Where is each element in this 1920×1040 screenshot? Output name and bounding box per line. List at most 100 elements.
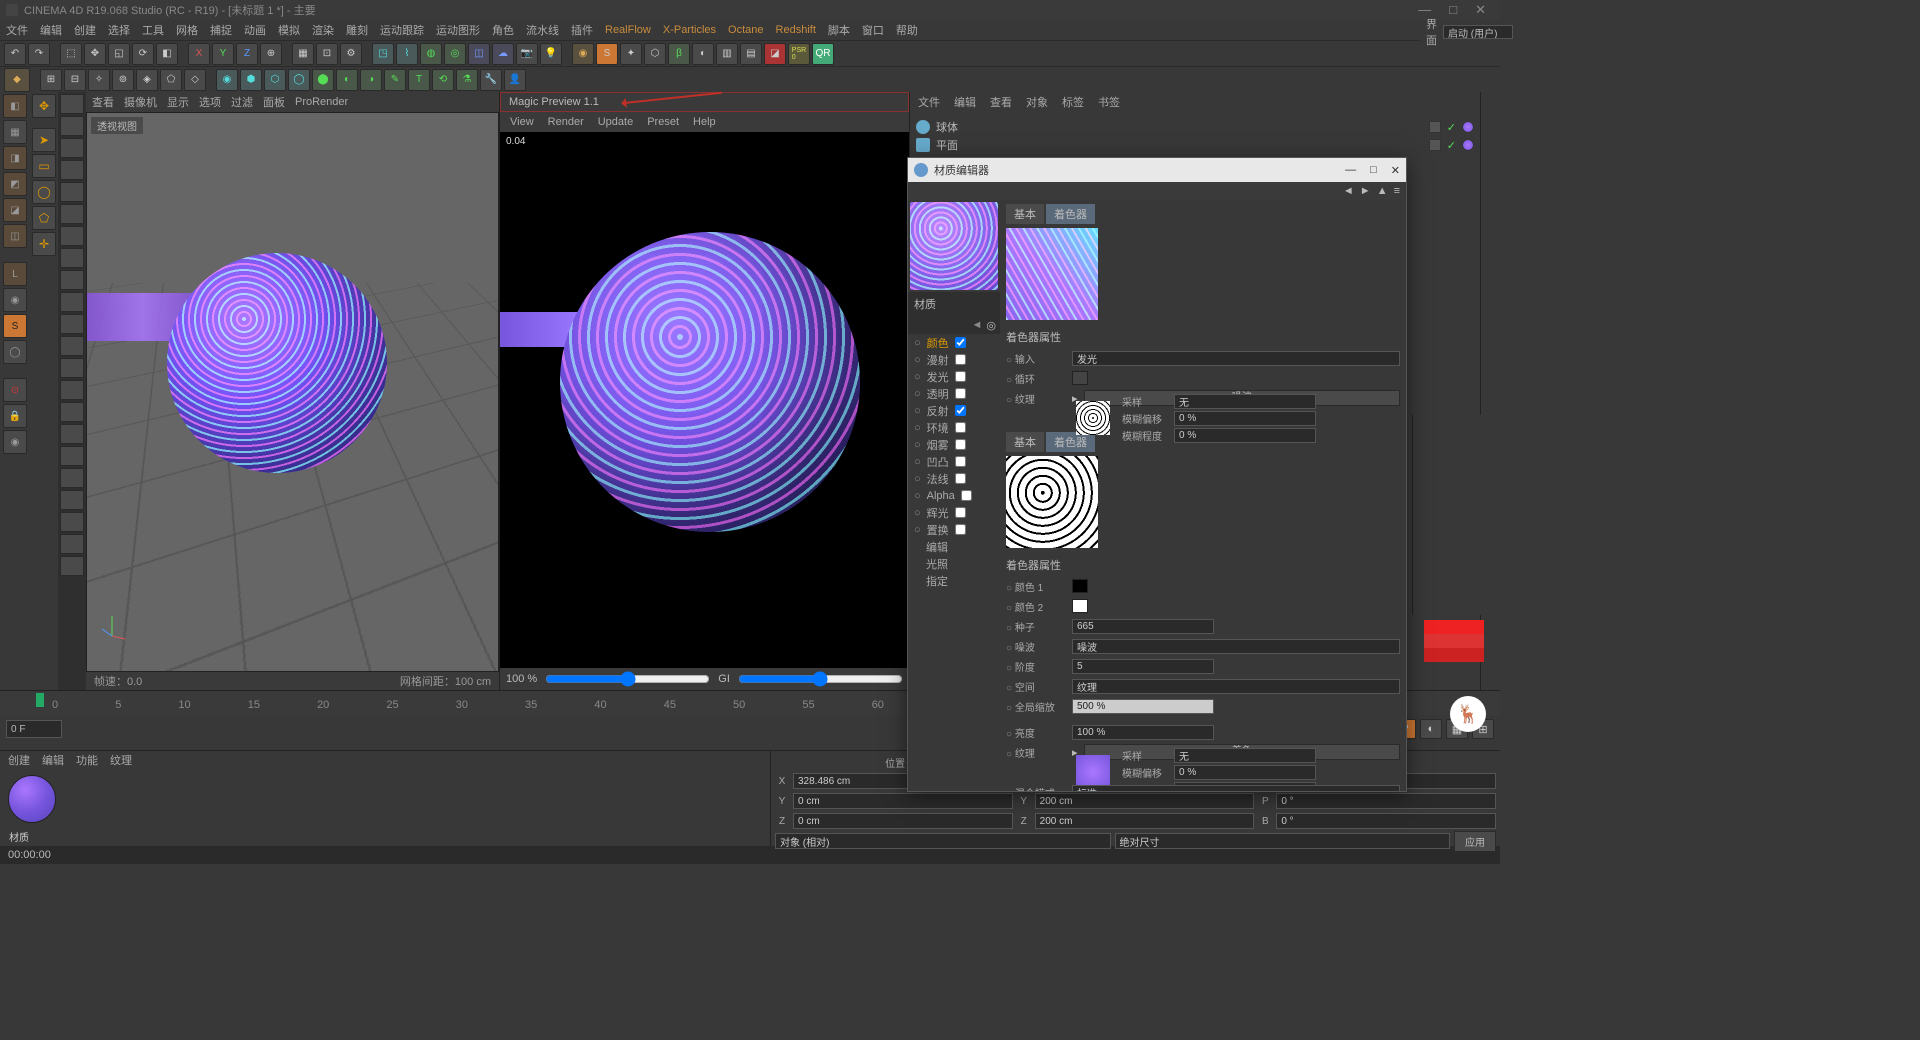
render-region[interactable]: ⊡ [316,43,338,65]
tool2-5[interactable]: ◈ [136,69,158,91]
gen2-6[interactable]: ◐ [336,69,358,91]
tool2-3[interactable]: ✧ [88,69,110,91]
locked-icon[interactable]: 🔒 [3,404,27,428]
rot-p[interactable] [1276,793,1496,809]
arrow-icon[interactable]: ◄ [972,319,983,331]
apply-button[interactable]: 应用 [1454,831,1496,852]
cycle-chip[interactable] [1072,371,1088,385]
redo-button[interactable]: ↷ [28,43,50,65]
camera[interactable]: 📷 [516,43,538,65]
objtab-bookmarks[interactable]: 书签 [1098,94,1120,110]
noise-thumb-1[interactable] [1076,401,1110,435]
axis-mode[interactable]: L [3,262,27,286]
pal-3[interactable] [60,138,84,158]
preview-zoom-slider[interactable] [545,671,710,687]
plugin-1[interactable]: ◉ [572,43,594,65]
point-mode[interactable]: ◩ [3,172,27,196]
poly-select-icon[interactable]: ⬠ [32,206,56,230]
pal-10[interactable] [60,292,84,312]
mat-editor-close[interactable]: ✕ [1391,164,1400,177]
sample-1[interactable] [1174,394,1316,409]
mattab-function[interactable]: 功能 [76,752,98,768]
pal-11[interactable] [60,314,84,334]
coord-mode2[interactable] [1115,833,1451,849]
nav-fwd-icon[interactable]: ► [1360,185,1371,197]
channel-color[interactable]: ○颜色 [908,334,1000,351]
lasttool[interactable]: ◧ [156,43,178,65]
plugin-9[interactable]: ◪ [764,43,786,65]
gen2-1[interactable]: ◉ [216,69,238,91]
object-row-plane[interactable]: 平面 ✓ [916,136,1474,154]
gen2-2[interactable]: ⬢ [240,69,262,91]
maximize-button[interactable]: □ [1449,2,1457,18]
generator[interactable]: ◍ [420,43,442,65]
size-z[interactable] [1035,813,1255,829]
objtab-edit[interactable]: 编辑 [954,94,976,110]
channel-luminance[interactable]: ○发光 [908,368,1000,385]
plugin-5[interactable]: β [668,43,690,65]
tool2-7[interactable]: ◇ [184,69,206,91]
tab-basic-2[interactable]: 基本 [1006,432,1044,452]
channel-diffuse[interactable]: ○漫射 [908,351,1000,368]
pal-19[interactable] [60,490,84,510]
psr-key4[interactable]: ◐ [1420,719,1442,739]
make-editable[interactable]: ◆ [4,68,30,92]
pv-update[interactable]: Update [598,116,633,128]
bluroff-2[interactable] [1174,765,1316,780]
pv-preset[interactable]: Preset [647,116,679,128]
environment[interactable]: ☁ [492,43,514,65]
noise-type[interactable] [1072,639,1400,654]
check-icon[interactable]: ✓ [1447,121,1456,134]
material-name[interactable]: 材质 [0,829,770,844]
nav-menu-icon[interactable]: ≡ [1394,185,1400,197]
pal-14[interactable] [60,380,84,400]
pv-help[interactable]: Help [693,116,716,128]
plugin-8[interactable]: ▤ [740,43,762,65]
menu-animate[interactable]: 动画 [244,22,266,38]
lasso-icon[interactable]: ◯ [32,180,56,204]
channel-bump[interactable]: ○凹凸 [908,453,1000,470]
world-axis[interactable]: ⊕ [260,43,282,65]
coord-mode1[interactable] [775,833,1111,849]
mat-editor-max[interactable]: □ [1370,164,1377,177]
snap-mode[interactable]: S [3,314,27,338]
y-axis-lock[interactable]: Y [212,43,234,65]
tool2-1[interactable]: ⊞ [40,69,62,91]
mattab-texture[interactable]: 纹理 [110,752,132,768]
pal-20[interactable] [60,512,84,532]
mat-name-field[interactable]: 材质 [908,292,1000,316]
viewport-3d[interactable]: 透视视图 [86,112,499,672]
gen2-4[interactable]: ◯ [288,69,310,91]
material-thumbnail[interactable] [8,775,56,823]
seed-field[interactable] [1072,619,1214,634]
menu-render[interactable]: 渲染 [312,22,334,38]
vp-prorender[interactable]: ProRender [295,96,348,108]
gen2-13[interactable]: 👤 [504,69,526,91]
render-settings[interactable]: ⚙ [340,43,362,65]
pal-12[interactable] [60,336,84,356]
tool2-2[interactable]: ⊟ [64,69,86,91]
tab-shader-2[interactable]: 着色器 [1046,432,1095,452]
menu-character[interactable]: 角色 [492,22,514,38]
model-mode[interactable]: ◧ [3,94,27,118]
menu-plugins[interactable]: 插件 [571,22,593,38]
gen2-10[interactable]: ⟲ [432,69,454,91]
menu-mograph[interactable]: 运动图形 [436,22,480,38]
menu-help[interactable]: 帮助 [896,22,918,38]
move-gizmo[interactable]: ✥ [32,94,56,118]
color1-chip[interactable] [1072,579,1088,593]
menu-edit[interactable]: 编辑 [40,22,62,38]
pal-2[interactable] [60,116,84,136]
z-axis-lock[interactable]: Z [236,43,258,65]
channel-transparency[interactable]: ○透明 [908,385,1000,402]
shader-preview-1[interactable] [1006,228,1098,320]
object-row-sphere[interactable]: 球体 ✓ [916,118,1474,136]
pv-view[interactable]: View [510,116,534,128]
menu-tracker[interactable]: 运动跟踪 [380,22,424,38]
objtab-file[interactable]: 文件 [918,94,940,110]
objtab-view[interactable]: 查看 [990,94,1012,110]
render-view[interactable]: ▦ [292,43,314,65]
pal-21[interactable] [60,534,84,554]
vp-options[interactable]: 选项 [199,94,221,110]
size-y[interactable] [1035,793,1255,809]
